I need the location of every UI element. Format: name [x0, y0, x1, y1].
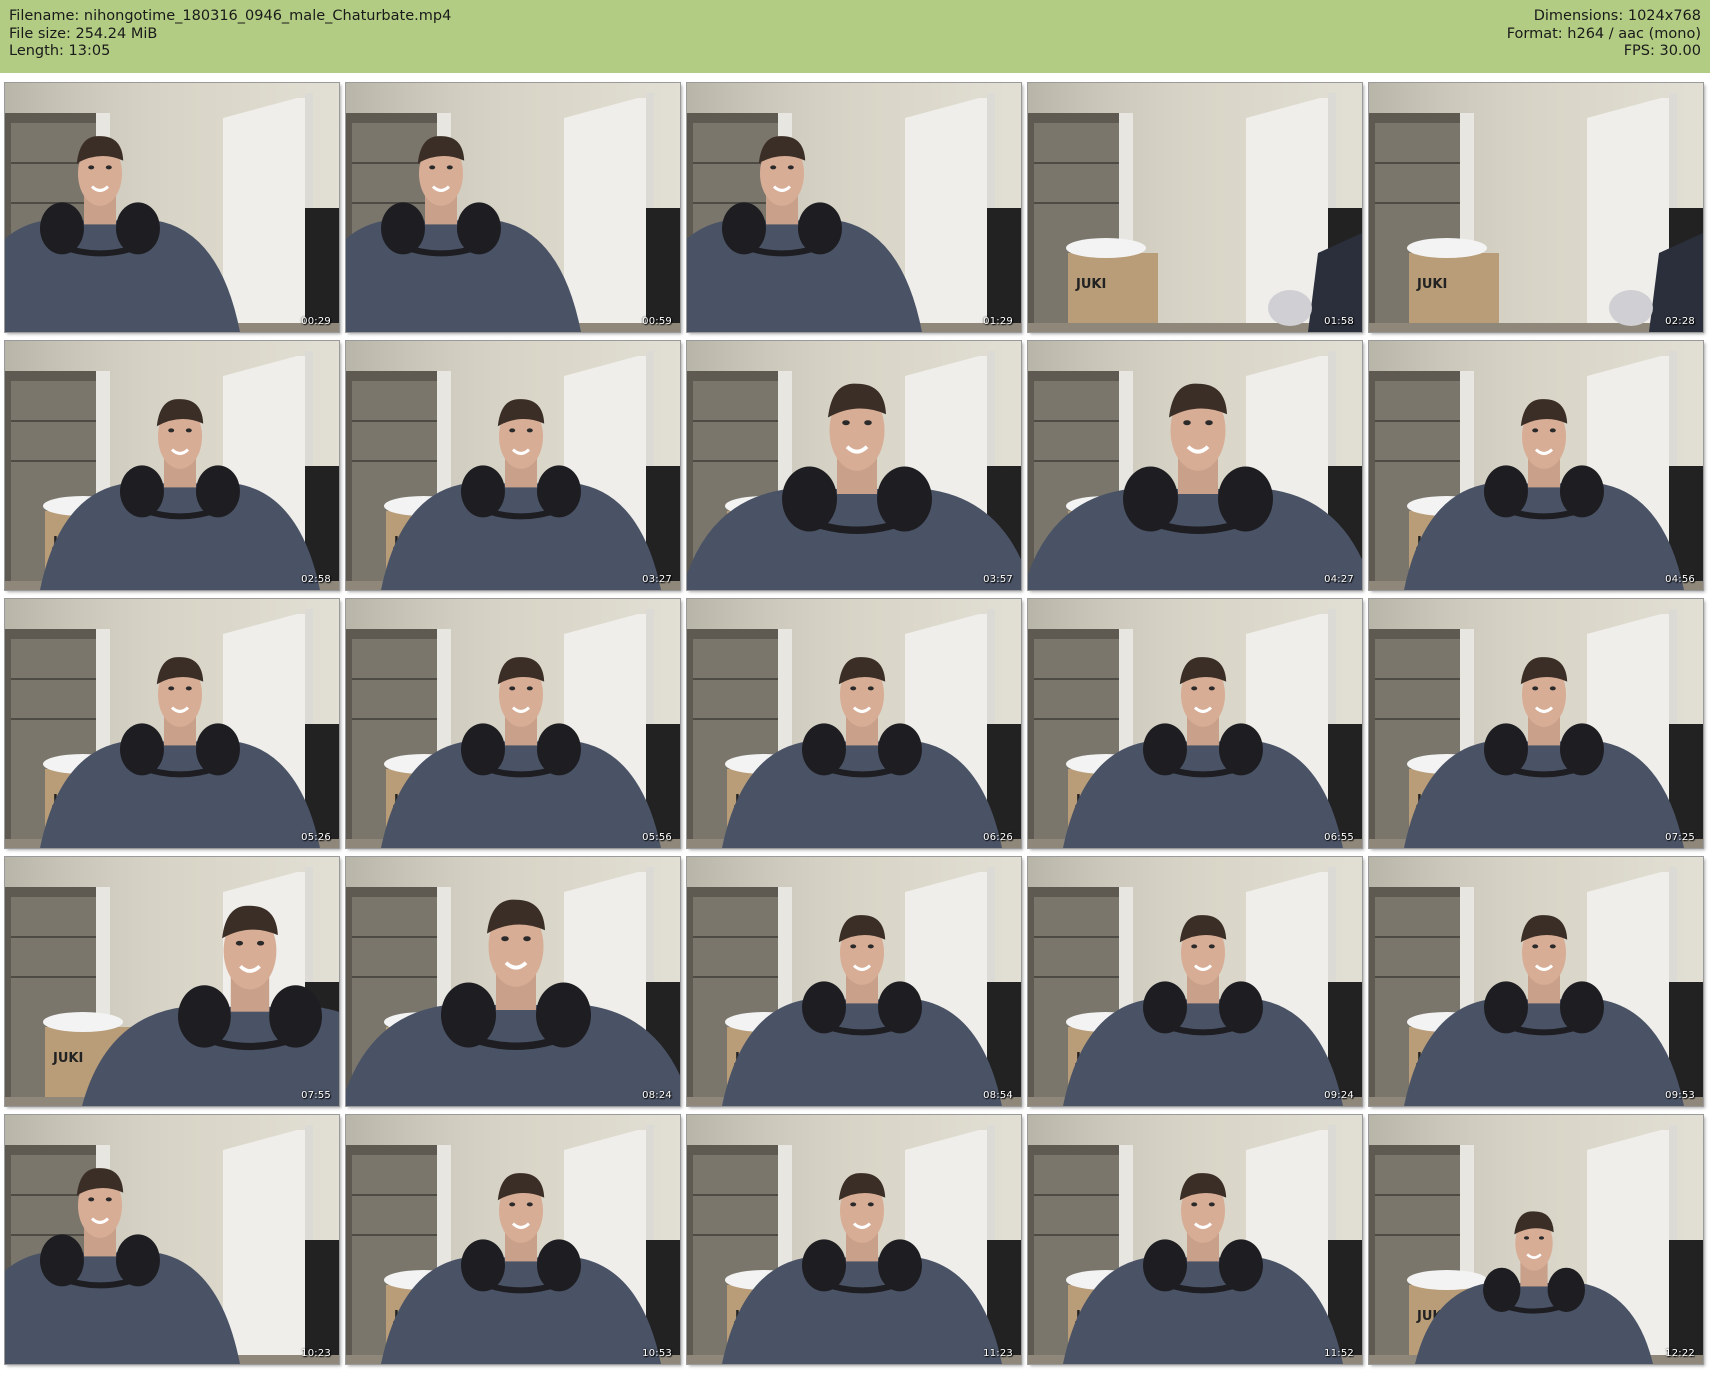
video-thumbnail: JUKI10:53 — [345, 1114, 681, 1365]
video-thumbnail: JUKI11:52 — [1027, 1114, 1363, 1365]
stream-info: Dimensions: 1024x768 Format: h264 / aac … — [1507, 8, 1701, 61]
timestamp-label: 01:29 — [983, 316, 1013, 327]
svg-text:JUKI: JUKI — [1416, 277, 1447, 292]
info-header: Filename: nihongotime_180316_0946_male_C… — [0, 0, 1710, 73]
timestamp-label: 00:29 — [301, 316, 331, 327]
video-thumbnail: JUKI00:59 — [345, 82, 681, 333]
video-thumbnail: JUKI09:24 — [1027, 856, 1363, 1107]
video-thumbnail: JUKI02:58 — [4, 340, 340, 591]
fps-text: FPS: 30.00 — [1623, 43, 1701, 59]
timestamp-label: 09:53 — [1665, 1090, 1695, 1101]
video-thumbnail: JUKI11:23 — [686, 1114, 1022, 1365]
timestamp-label: 01:58 — [1324, 316, 1354, 327]
timestamp-label: 07:25 — [1665, 832, 1695, 843]
video-thumbnail: JUKI 01:58 — [1027, 82, 1363, 333]
timestamp-label: 03:27 — [642, 574, 672, 585]
video-thumbnail: JUKI00:29 — [4, 82, 340, 333]
video-thumbnail: JUKI08:54 — [686, 856, 1022, 1107]
svg-text:JUKI: JUKI — [1075, 277, 1106, 292]
video-thumbnail: JUKI 07:55 — [4, 856, 340, 1107]
svg-text:JUKI: JUKI — [52, 1051, 83, 1066]
video-thumbnail: JUKI 02:28 — [1368, 82, 1704, 333]
file-info: Filename: nihongotime_180316_0946_male_C… — [9, 8, 451, 61]
timestamp-label: 09:24 — [1324, 1090, 1354, 1101]
thumbnail-grid: JUKI00:29JUKI00:59JUKI01:29JUKI01:58JUKI… — [0, 80, 1710, 1373]
timestamp-label: 07:55 — [301, 1090, 331, 1101]
timestamp-label: 11:23 — [983, 1348, 1013, 1359]
timestamp-label: 12:22 — [1665, 1348, 1695, 1359]
timestamp-label: 06:55 — [1324, 832, 1354, 843]
video-thumbnail: JUKI06:55 — [1027, 598, 1363, 849]
timestamp-label: 02:58 — [301, 574, 331, 585]
video-thumbnail: JUKI07:25 — [1368, 598, 1704, 849]
timestamp-label: 04:56 — [1665, 574, 1695, 585]
video-thumbnail: JUKI04:27 — [1027, 340, 1363, 591]
video-thumbnail: JUKI04:56 — [1368, 340, 1704, 591]
video-thumbnail: JUKI05:56 — [345, 598, 681, 849]
video-thumbnail: JUKI01:29 — [686, 82, 1022, 333]
format-text: Format: h264 / aac (mono) — [1506, 25, 1701, 42]
video-thumbnail: JUKI 12:22 — [1368, 1114, 1704, 1365]
timestamp-label: 00:59 — [642, 316, 672, 327]
timestamp-label: 06:26 — [983, 832, 1013, 843]
video-thumbnail: JUKI03:57 — [686, 340, 1022, 591]
filesize-text: File size: 254.24 MiB — [9, 25, 158, 42]
length-text: Length: 13:05 — [9, 43, 111, 59]
filename-text: Filename: nihongotime_180316_0946_male_C… — [9, 8, 452, 24]
timestamp-label: 04:27 — [1324, 574, 1354, 585]
timestamp-label: 08:24 — [642, 1090, 672, 1101]
video-thumbnail: JUKI09:53 — [1368, 856, 1704, 1107]
timestamp-label: 10:53 — [642, 1348, 672, 1359]
video-thumbnail: JUKI06:26 — [686, 598, 1022, 849]
timestamp-label: 05:56 — [642, 832, 672, 843]
dimensions-text: Dimensions: 1024x768 — [1533, 8, 1701, 24]
video-thumbnail: JUKI05:26 — [4, 598, 340, 849]
timestamp-label: 05:26 — [301, 832, 331, 843]
timestamp-label: 08:54 — [983, 1090, 1013, 1101]
video-thumbnail: JUKI08:24 — [345, 856, 681, 1107]
timestamp-label: 02:28 — [1665, 316, 1695, 327]
video-thumbnail: JUKI10:23 — [4, 1114, 340, 1365]
timestamp-label: 10:23 — [301, 1348, 331, 1359]
timestamp-label: 11:52 — [1324, 1348, 1354, 1359]
timestamp-label: 03:57 — [983, 574, 1013, 585]
video-thumbnail: JUKI03:27 — [345, 340, 681, 591]
